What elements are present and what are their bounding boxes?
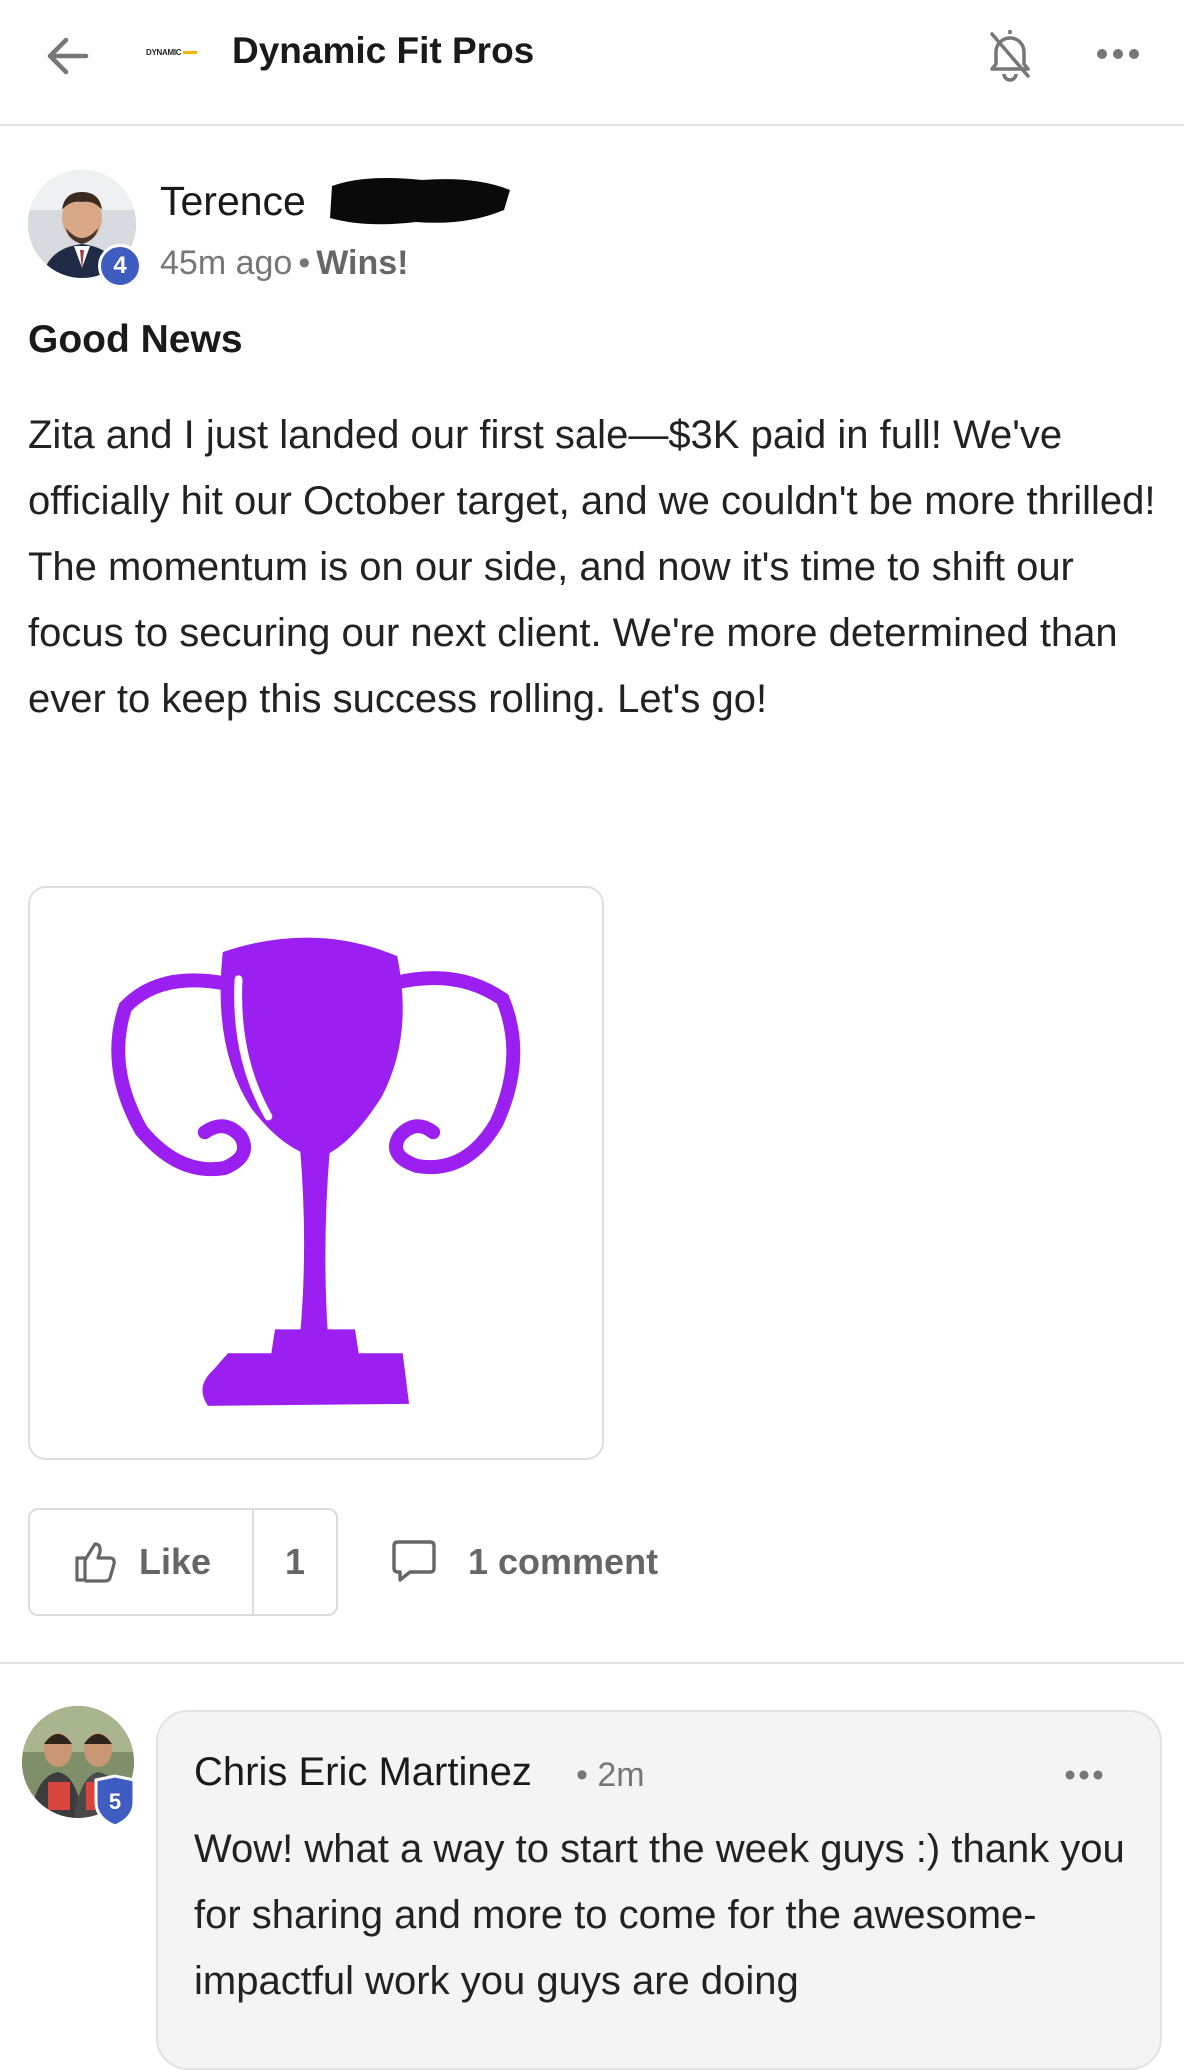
post-image[interactable] — [28, 886, 604, 1460]
post-body: Zita and I just landed our first sale—$3… — [28, 413, 1156, 721]
post-time: 45m ago — [160, 244, 293, 282]
commenter-level: 5 — [109, 1789, 121, 1814]
more-options-icon[interactable] — [1090, 34, 1146, 74]
section-divider — [0, 1662, 1184, 1664]
thumbs-up-icon — [75, 1542, 116, 1583]
post-category[interactable]: Wins! — [316, 244, 408, 282]
logo-text: DYNAMIC — [146, 48, 182, 57]
top-app-bar: DYNAMIC Dynamic Fit Pros — [0, 0, 1184, 126]
like-button[interactable]: Like — [30, 1510, 254, 1614]
trophy-icon — [111, 937, 521, 1406]
comment-text: Wow! what a way to start the week guys :… — [194, 1827, 1125, 2003]
commenter-level-badge: 5 — [92, 1774, 138, 1828]
comment-author-name[interactable]: Chris Eric Martinez — [194, 1750, 532, 1795]
like-control: Like 1 — [28, 1508, 338, 1616]
like-count[interactable]: 1 — [254, 1510, 336, 1614]
bell-icon[interactable] — [982, 24, 1038, 84]
back-arrow-icon[interactable] — [40, 28, 96, 84]
comment-bubble-icon — [392, 1540, 436, 1582]
redaction-mark — [326, 170, 512, 230]
meta-separator: • — [298, 244, 311, 282]
post-author-name[interactable]: Terence — [160, 178, 306, 225]
community-logo: DYNAMIC — [146, 46, 214, 60]
post-meta: 45m ago • Wins! — [160, 244, 408, 283]
comment-more-icon[interactable] — [1060, 1760, 1108, 1790]
author-level-badge: 4 — [98, 244, 142, 288]
comment-button[interactable]: 1 comment — [388, 1536, 658, 1588]
comment-time: • 2m — [576, 1756, 645, 1794]
like-label: Like — [138, 1541, 212, 1582]
post-title: Good News — [28, 318, 243, 361]
comment-count-label: 1 comment — [468, 1541, 659, 1582]
community-title: Dynamic Fit Pros — [232, 30, 535, 71]
